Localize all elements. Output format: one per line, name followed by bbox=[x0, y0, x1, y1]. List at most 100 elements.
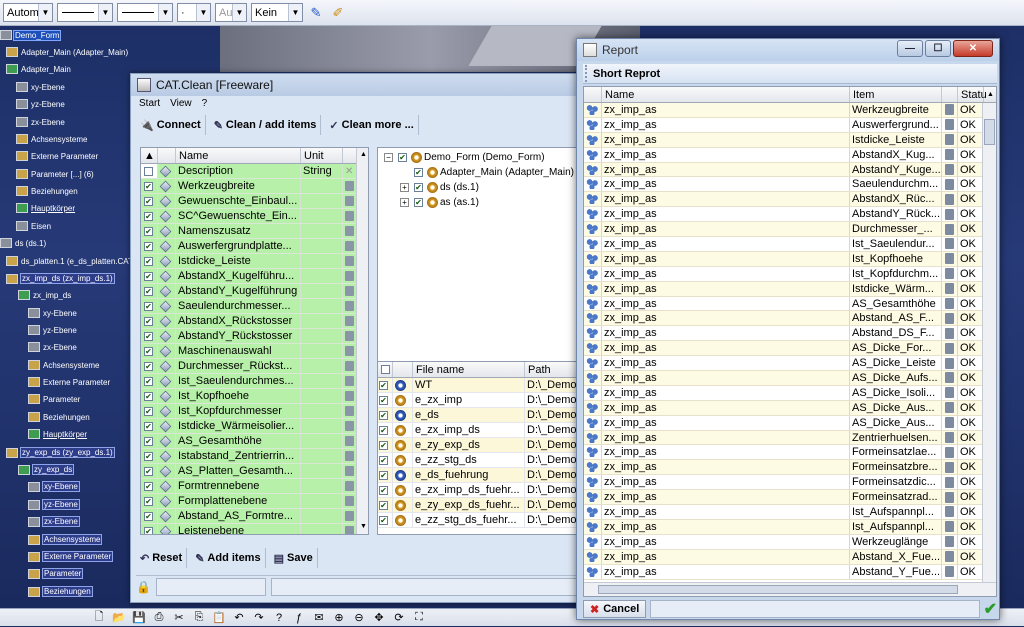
table-row[interactable]: zx_imp_as Werkzeugbreite OK bbox=[584, 103, 996, 118]
table-row[interactable]: ✔ Gewuenschte_Einbaul... bbox=[141, 194, 368, 209]
tree-node[interactable]: Externe Parameter bbox=[28, 551, 114, 562]
table-row[interactable]: zx_imp_as AS_Dicke_Aus... OK bbox=[584, 400, 996, 416]
table-row[interactable]: ✔ Durchmesser_Rückst... bbox=[141, 359, 368, 374]
table-row[interactable]: ✔ Leistenebene bbox=[141, 524, 368, 534]
scroll-up-icon[interactable]: ▲ bbox=[357, 148, 368, 162]
table-row[interactable]: zx_imp_as AbstandY_Rück... OK bbox=[584, 207, 996, 223]
product-tree-node[interactable]: ✔ Adapter_Main (Adapter_Main) bbox=[400, 167, 574, 178]
checkbox[interactable]: ✔ bbox=[379, 470, 388, 480]
maximize-button[interactable]: ☐ bbox=[925, 40, 951, 57]
tree-node[interactable]: zx-Ebene bbox=[16, 117, 66, 127]
checkbox[interactable]: ✔ bbox=[379, 455, 388, 465]
tree-node[interactable]: xy-Ebene bbox=[28, 481, 80, 492]
checkbox[interactable]: ✔ bbox=[144, 256, 153, 266]
checkbox[interactable]: ✔ bbox=[144, 316, 153, 326]
column-header-status[interactable]: Statu bbox=[958, 87, 987, 102]
trash-icon[interactable] bbox=[945, 119, 954, 131]
table-row[interactable]: ✔ SC^Gewuenschte_Ein... bbox=[141, 209, 368, 224]
table-row[interactable]: zx_imp_as Auswerfergrund... OK bbox=[584, 117, 996, 133]
trash-icon[interactable] bbox=[945, 387, 954, 399]
table-row[interactable]: ✔ Namenszusatz bbox=[141, 224, 368, 239]
table-row[interactable]: ✔ Maschinenauswahl bbox=[141, 344, 368, 359]
trash-icon[interactable] bbox=[945, 461, 954, 473]
trash-icon[interactable] bbox=[945, 268, 954, 280]
table-row[interactable]: ✔ e_ds_fuehrung D:\_Demo bbox=[378, 468, 586, 483]
trash-icon[interactable] bbox=[345, 346, 354, 356]
table-row[interactable]: ✔ Ist_Saeulendurchmes... bbox=[141, 374, 368, 389]
tree-node[interactable]: zx-Ebene bbox=[28, 516, 80, 527]
table-row[interactable]: ✔ e_zy_exp_ds D:\_Demo bbox=[378, 438, 586, 453]
clean-more-button[interactable]: ✓ Clean more ... bbox=[325, 115, 419, 135]
tree-node[interactable]: Achsensysteme bbox=[16, 134, 88, 144]
paste-icon[interactable]: 📋 bbox=[212, 611, 226, 624]
trash-icon[interactable] bbox=[945, 446, 954, 458]
layer-combo[interactable]: Aut▼ bbox=[215, 3, 247, 22]
pan-icon[interactable]: ✥ bbox=[372, 611, 386, 624]
trash-icon[interactable] bbox=[945, 342, 954, 354]
trash-icon[interactable] bbox=[945, 372, 954, 384]
checkbox[interactable]: ✔ bbox=[414, 168, 423, 177]
tree-node[interactable]: Beziehungen bbox=[28, 586, 93, 597]
trash-icon[interactable] bbox=[345, 226, 354, 236]
table-row[interactable]: ✔ AbstandX_Rückstosser bbox=[141, 314, 368, 329]
comment-icon[interactable]: ✉ bbox=[312, 611, 326, 624]
table-row[interactable]: zx_imp_as AbstandX_Rüc... OK bbox=[584, 192, 996, 208]
trash-icon[interactable] bbox=[945, 223, 954, 235]
line-weight-combo[interactable]: ▼ bbox=[117, 3, 173, 22]
table-row[interactable]: zx_imp_as Formeinsatzlae... OK bbox=[584, 445, 996, 461]
add-items-button[interactable]: ✎ Add items bbox=[191, 548, 266, 568]
table-row[interactable]: zx_imp_as AbstandX_Kug... OK bbox=[584, 147, 996, 163]
trash-icon[interactable] bbox=[945, 551, 954, 563]
checkbox[interactable]: ✔ bbox=[379, 485, 388, 495]
trash-icon[interactable] bbox=[945, 327, 954, 339]
checkbox[interactable]: ✔ bbox=[379, 515, 388, 525]
trash-icon[interactable] bbox=[345, 526, 354, 534]
checkbox[interactable]: ✔ bbox=[144, 226, 153, 236]
column-header-name[interactable]: Name bbox=[602, 87, 850, 102]
trash-icon[interactable] bbox=[345, 301, 354, 311]
checkbox[interactable] bbox=[144, 166, 153, 176]
save-icon[interactable]: 💾 bbox=[132, 611, 146, 624]
table-row[interactable]: zx_imp_as Abstand_X_Fue... OK bbox=[584, 549, 996, 565]
table-row[interactable]: zx_imp_as Istdicke_Wärm... OK bbox=[584, 281, 996, 297]
checkbox[interactable]: ✔ bbox=[144, 211, 153, 221]
tree-node[interactable]: Achsensysteme bbox=[28, 534, 103, 545]
tree-node[interactable]: xy-Ebene bbox=[28, 308, 78, 318]
table-row[interactable]: ✔ Formtrennebene bbox=[141, 479, 368, 494]
tree-node[interactable]: Adapter_Main (Adapter_Main) bbox=[6, 47, 129, 57]
table-row[interactable]: ✔ e_zz_stg_ds D:\_Demo bbox=[378, 453, 586, 468]
table-row[interactable]: zx_imp_as AbstandY_Kuge... OK bbox=[584, 162, 996, 178]
checkbox[interactable]: ✔ bbox=[144, 496, 153, 506]
checkbox[interactable]: ✔ bbox=[144, 331, 153, 341]
table-row[interactable]: ✔ Auswerfergrundplatte... bbox=[141, 239, 368, 254]
tree-node[interactable]: zx_imp_ds (zx_imp_ds.1) bbox=[6, 273, 115, 284]
checkbox[interactable]: ✔ bbox=[144, 346, 153, 356]
table-row[interactable]: ✔ e_zx_imp_ds_fuehr... D:\_Demo bbox=[378, 483, 586, 498]
tree-node[interactable]: ds_platten.1 (e_ds_platten.CATP bbox=[6, 256, 139, 266]
tree-node[interactable]: Externe Parameter bbox=[16, 151, 99, 161]
undo-icon[interactable]: ↶ bbox=[232, 611, 246, 624]
product-tree-node[interactable]: − ✔ Demo_Form (Demo_Form) bbox=[384, 152, 545, 163]
checkbox[interactable]: ✔ bbox=[144, 376, 153, 386]
trash-icon[interactable] bbox=[345, 481, 354, 491]
format-painter-icon[interactable]: ✐ bbox=[329, 4, 347, 22]
table-row[interactable]: zx_imp_as Formeinsatzrad... OK bbox=[584, 490, 996, 506]
checkbox[interactable]: ✔ bbox=[144, 481, 153, 491]
catclean-titlebar[interactable]: CAT.Clean [Freeware] bbox=[131, 74, 599, 96]
tree-node[interactable]: yz-Ebene bbox=[16, 99, 66, 109]
checkbox[interactable]: ✔ bbox=[144, 451, 153, 461]
collapse-icon[interactable]: − bbox=[384, 153, 393, 162]
menu-help[interactable]: ? bbox=[202, 98, 208, 109]
redo-icon[interactable]: ↷ bbox=[252, 611, 266, 624]
tree-node[interactable]: Beziehungen bbox=[16, 186, 79, 196]
tree-node[interactable]: zx_imp_ds bbox=[18, 290, 72, 300]
checkbox[interactable]: ✔ bbox=[379, 440, 388, 450]
sort-up-icon[interactable]: ▲ bbox=[141, 148, 158, 163]
table-row[interactable]: ✔ e_zz_stg_ds_fuehr... D:\_Demo bbox=[378, 513, 586, 528]
tree-node[interactable]: zy_exp_ds bbox=[18, 464, 75, 475]
trash-icon[interactable] bbox=[945, 417, 954, 429]
table-row[interactable]: zx_imp_as Abstand_DS_F... OK bbox=[584, 326, 996, 342]
table-row[interactable]: ✔ e_zy_exp_ds_fuehr... D:\_Demo bbox=[378, 498, 586, 513]
trash-icon[interactable] bbox=[345, 421, 354, 431]
trash-icon[interactable] bbox=[945, 208, 954, 220]
